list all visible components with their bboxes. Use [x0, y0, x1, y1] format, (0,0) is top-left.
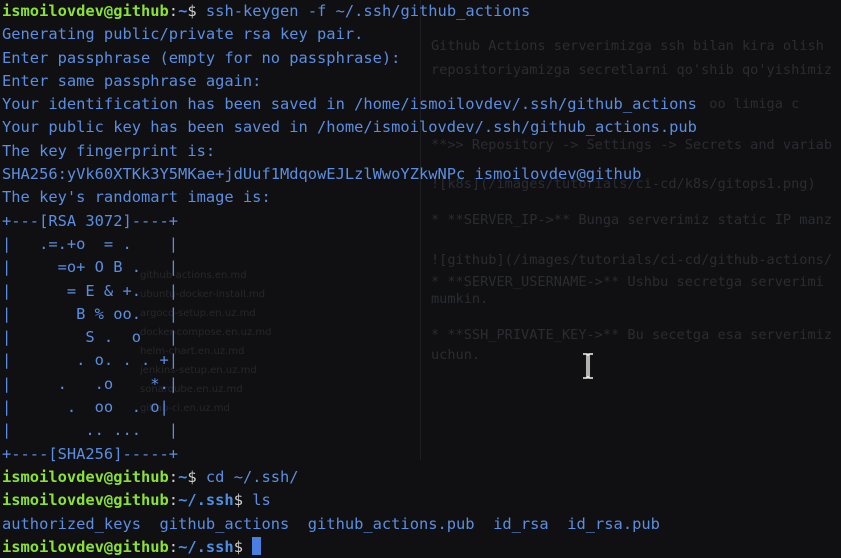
- prompt-separator: :: [168, 2, 179, 20]
- output-text: +----[SHA256]-----+: [2, 444, 179, 463]
- prompt-user-host: ismoilovdev@github: [2, 467, 169, 486]
- prompt-symbol: $: [233, 537, 243, 556]
- terminal-output-line: Generating public/private rsa key pair.: [2, 23, 697, 46]
- terminal-output-line: Your public key has been saved in /home/…: [2, 116, 697, 139]
- prompt-path: ~: [178, 2, 188, 20]
- output-text: | =o+ O B . |: [2, 258, 179, 277]
- prompt-command: cd ~/.ssh/: [196, 467, 299, 486]
- output-text: Enter passphrase (empty for no passphras…: [2, 48, 401, 67]
- prompt-user-host: ismoilovdev@github: [2, 2, 169, 20]
- prompt-separator: :: [168, 491, 179, 510]
- output-text: +---[RSA 3072]----+: [2, 211, 179, 230]
- terminal-output-line: Enter same passphrase again:: [2, 70, 697, 93]
- output-text: | . o. . . +|: [2, 351, 179, 370]
- prompt-user-host: ismoilovdev@github: [2, 537, 169, 556]
- terminal-prompt-line: ismoilovdev@github:~$ cd ~/.ssh/: [2, 466, 697, 489]
- terminal-output-line: | S . o |: [2, 326, 697, 349]
- terminal-caret[interactable]: [252, 536, 262, 555]
- output-text: | . .o *.|: [2, 374, 179, 393]
- terminal-output-line: | . oo . o|: [2, 396, 697, 419]
- output-text: Generating public/private rsa key pair.: [2, 25, 364, 44]
- terminal-output-line: Your identification has been saved in /h…: [2, 93, 697, 116]
- terminal-output-line: | = E & +. |: [2, 280, 697, 303]
- terminal-output-line: | .=.+o = . |: [2, 233, 697, 256]
- output-text: authorized_keys github_actions github_ac…: [2, 514, 660, 533]
- prompt-command: ls: [242, 491, 271, 510]
- terminal-output-line: | .. ... |: [2, 419, 697, 442]
- prompt-symbol: $: [233, 491, 243, 510]
- prompt-path: ~/.ssh: [178, 537, 234, 556]
- output-text: | = E & +. |: [2, 281, 179, 300]
- prompt-user-host: ismoilovdev@github: [2, 491, 169, 510]
- terminal-output-line: +---[RSA 3072]----+: [2, 210, 697, 233]
- prompt-path: ~/.ssh: [178, 491, 234, 510]
- terminal-prompt-line: ismoilovdev@github:~$ ssh-keygen -f ~/.s…: [2, 0, 697, 23]
- terminal-output-line: authorized_keys github_actions github_ac…: [2, 513, 697, 536]
- prompt-command: ssh-keygen -f ~/.ssh/github_actions: [196, 2, 531, 20]
- output-text: Your identification has been saved in /h…: [2, 95, 697, 114]
- terminal-prompt-line: ismoilovdev@github:~/.ssh$: [2, 536, 697, 558]
- terminal-output-line: The key fingerprint is:: [2, 140, 697, 163]
- terminal-prompt-line: ismoilovdev@github:~/.ssh$ ls: [2, 489, 697, 512]
- output-text: | . oo . o|: [2, 398, 169, 417]
- prompt-symbol: $: [187, 467, 197, 486]
- prompt-separator: :: [168, 467, 179, 486]
- terminal-output: ismoilovdev@github:~$ ssh-keygen -f ~/.s…: [2, 0, 697, 558]
- output-text: | B % oo. |: [2, 304, 179, 323]
- prompt-command: [243, 538, 252, 556]
- prompt-path: ~: [178, 467, 188, 486]
- output-text: | S . o |: [2, 328, 179, 347]
- output-text: SHA256:yVk60XTKk3Y5MKae+jdUuf1MdqowEJLzl…: [2, 165, 642, 184]
- terminal-output-line: SHA256:yVk60XTKk3Y5MKae+jdUuf1MdqowEJLzl…: [2, 163, 697, 186]
- terminal-output-line: | B % oo. |: [2, 303, 697, 326]
- terminal-output-line: | =o+ O B . |: [2, 256, 697, 279]
- output-text: Enter same passphrase again:: [2, 71, 262, 90]
- terminal-output-line: +----[SHA256]-----+: [2, 443, 697, 466]
- output-text: Your public key has been saved in /home/…: [2, 118, 697, 137]
- output-text: The key fingerprint is:: [2, 141, 216, 160]
- output-text: | .=.+o = . |: [2, 234, 179, 253]
- prompt-symbol: $: [187, 2, 197, 20]
- terminal-output-line: Enter passphrase (empty for no passphras…: [2, 47, 697, 70]
- terminal-output-line: The key's randomart image is:: [2, 186, 697, 209]
- output-text: The key's randomart image is:: [2, 188, 271, 207]
- output-text: | .. ... |: [2, 421, 179, 440]
- terminal-window[interactable]: Github Actions serverimizga ssh bilan ki…: [0, 0, 841, 558]
- prompt-separator: :: [168, 537, 179, 556]
- text-cursor-icon: [583, 353, 593, 379]
